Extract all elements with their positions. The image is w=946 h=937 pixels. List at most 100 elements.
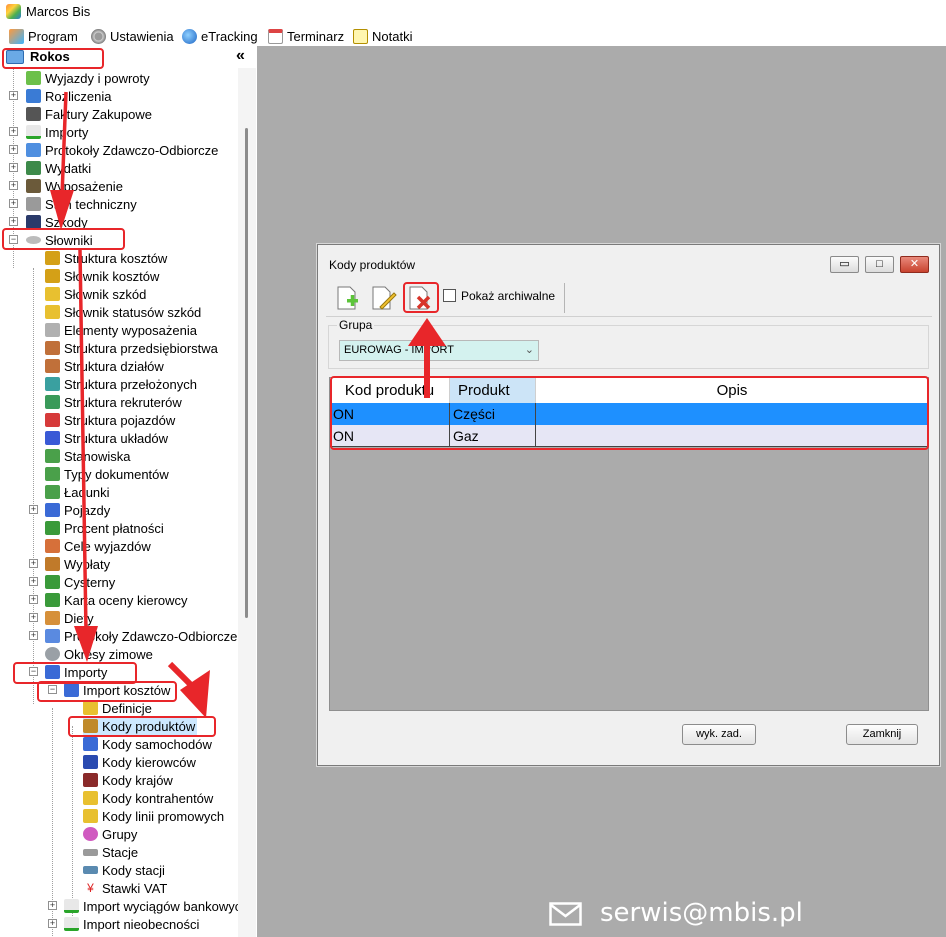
tree-item-kody-stacji[interactable]: Kody stacji (83, 861, 165, 879)
station-codes-icon (83, 866, 98, 874)
menu-ustawienia[interactable]: Ustawienia (91, 27, 174, 45)
tree-item-procent-platnosci[interactable]: Procent płatności (45, 519, 164, 537)
contractor-codes-icon (83, 791, 98, 805)
tree-item-slownik-szkod[interactable]: Słownik szkód (45, 285, 146, 303)
trip-goals-icon (45, 539, 60, 553)
wyk-zad-button[interactable]: wyk. zad. (682, 724, 756, 745)
menu-notatki[interactable]: Notatki (353, 27, 412, 45)
tree-item-rozliczenia[interactable]: Rozliczenia (26, 87, 111, 105)
bank-import-icon (64, 899, 79, 913)
tree-item-stanowiska[interactable]: Stanowiska (45, 447, 130, 465)
tree-item-wydatki[interactable]: Wydatki (26, 159, 91, 177)
tree-item-karta-oceny[interactable]: Karta oceny kierowcy (45, 591, 188, 609)
expand-toggle[interactable]: + (29, 631, 38, 640)
minimize-button[interactable]: ▭ (830, 256, 859, 273)
tree-item-struktura-pojazdow[interactable]: Struktura pojazdów (45, 411, 175, 429)
tree-item-protokoly-slownik[interactable]: Protokoły Zdawczo-Odbiorcze (45, 627, 237, 645)
tree-scrollbar[interactable] (238, 68, 256, 937)
menu-terminarz[interactable]: Terminarz (268, 27, 344, 45)
expand-toggle[interactable]: + (9, 145, 18, 154)
payment-percent-icon (45, 521, 60, 535)
tree-item-kody-krajow[interactable]: Kody krajów (83, 771, 173, 789)
tree-item-stawki-vat[interactable]: ¥ Stawki VAT (83, 879, 167, 897)
maximize-button[interactable]: □ (865, 256, 894, 273)
tree-item-faktury[interactable]: Faktury Zakupowe (26, 105, 152, 123)
positions-icon (45, 449, 60, 463)
tree-item-diety[interactable]: Diety (45, 609, 94, 627)
cost-dictionary-icon (45, 269, 60, 283)
annotation-box-grid (330, 376, 929, 450)
menu-program[interactable]: Program (9, 27, 78, 45)
product-codes-window: Kody produktów ▭ □ ✕ Pokaż archiwalne Gr… (317, 244, 940, 766)
tree-item-struktura-dzialow[interactable]: Struktura działów (45, 357, 164, 375)
allowances-icon (45, 611, 60, 625)
tree-item-wyplaty[interactable]: Wypłaty (45, 555, 110, 573)
tree-item-kody-kierowcow[interactable]: Kody kierowców (83, 753, 196, 771)
tree-item-slownik-kosztow[interactable]: Słownik kosztów (45, 267, 159, 285)
expand-toggle[interactable]: + (29, 505, 38, 514)
expand-toggle[interactable]: + (29, 559, 38, 568)
expand-toggle[interactable]: + (9, 217, 18, 226)
tree-item-grupy[interactable]: Grupy (83, 825, 137, 843)
show-archived-checkbox[interactable] (443, 289, 456, 302)
expand-toggle[interactable]: + (48, 919, 57, 928)
tree-item-elementy-wyposazenia[interactable]: Elementy wyposażenia (45, 321, 197, 339)
collapse-panel-button[interactable]: « (236, 47, 245, 65)
tree-item-struktura-przedsiebiorstwa[interactable]: Struktura przedsiębiorstwa (45, 339, 218, 357)
menu-etracking[interactable]: eTracking (182, 27, 258, 45)
expand-toggle[interactable]: + (9, 127, 18, 136)
tree-item-kody-kontrahentow[interactable]: Kody kontrahentów (83, 789, 213, 807)
damage-dictionary-icon (45, 287, 60, 301)
winter-icon (45, 647, 60, 661)
close-icon: ✕ (909, 258, 920, 270)
tree-item-typy-dokumentow[interactable]: Typy dokumentów (45, 465, 169, 483)
damage-icon (26, 215, 41, 229)
tree-item-kody-linii[interactable]: Kody linii promowych (83, 807, 224, 825)
expand-toggle[interactable]: + (29, 595, 38, 604)
tree-item-struktura-kosztow[interactable]: Struktura kosztów (45, 249, 167, 267)
expand-toggle[interactable]: + (29, 577, 38, 586)
tree-item-struktura-przelozonych[interactable]: Struktura przełożonych (45, 375, 197, 393)
tree-item-struktura-rekruterow[interactable]: Struktura rekruterów (45, 393, 182, 411)
equipment-elements-icon (45, 323, 60, 337)
tree-item-slownik-statusow[interactable]: Słownik statusów szkód (45, 303, 201, 321)
tree-item-struktura-ukladow[interactable]: Struktura układów (45, 429, 168, 447)
tree-item-protokoly[interactable]: Protokoły Zdawczo-Odbiorcze (26, 141, 218, 159)
close-button[interactable]: Zamknij (846, 724, 918, 745)
expand-toggle[interactable]: + (9, 181, 18, 190)
tree-scroll-thumb[interactable] (245, 128, 248, 618)
tree-item-stacje[interactable]: Stacje (83, 843, 138, 861)
tree-item-kody-samochodow[interactable]: Kody samochodów (83, 735, 212, 753)
expand-toggle[interactable]: + (48, 901, 57, 910)
edit-document-icon (372, 286, 397, 310)
edit-button[interactable] (368, 283, 398, 313)
tree-item-okresy-zimowe[interactable]: Okresy zimowe (45, 645, 153, 663)
calendar-icon (268, 28, 283, 44)
import-icon (26, 125, 41, 139)
tree-item-cele-wyjazdow[interactable]: Cele wyjazdów (45, 537, 151, 555)
protocols-icon (45, 629, 60, 643)
tree-item-import-wyciagow[interactable]: Import wyciągów bankowych (64, 897, 238, 915)
close-window-button[interactable]: ✕ (900, 256, 929, 273)
tree-item-cysterny[interactable]: Cysterny (45, 573, 115, 591)
vat-rates-icon: ¥ (87, 881, 94, 895)
tree-item-pojazdy[interactable]: Pojazdy (45, 501, 110, 519)
tree-item-ladunki[interactable]: Ładunki (45, 483, 110, 501)
tree-item-stan-techniczny[interactable]: Stan techniczny (26, 195, 137, 213)
annotation-box-import-kosztow (37, 681, 177, 702)
payouts-icon (45, 557, 60, 571)
tree-item-wyposazenie[interactable]: Wyposażenie (26, 177, 123, 195)
minimize-icon: ▭ (839, 258, 850, 270)
tree-item-wyjazdy[interactable]: Wyjazdy i powroty (26, 69, 150, 87)
toolbar-separator (564, 283, 565, 313)
expand-toggle[interactable]: + (9, 199, 18, 208)
group-select[interactable]: EUROWAG - IMPORT ⌄ (339, 340, 539, 361)
expand-toggle[interactable]: + (29, 613, 38, 622)
add-button[interactable] (332, 283, 362, 313)
expand-toggle[interactable]: + (9, 163, 18, 172)
tree-item-import-nieobecnosci[interactable]: Import nieobecności (64, 915, 199, 933)
vehicles-structure-icon (45, 413, 60, 427)
expand-toggle[interactable]: + (9, 91, 18, 100)
group-label: Grupa (337, 318, 375, 332)
tree-item-importy-top[interactable]: Importy (26, 123, 88, 141)
